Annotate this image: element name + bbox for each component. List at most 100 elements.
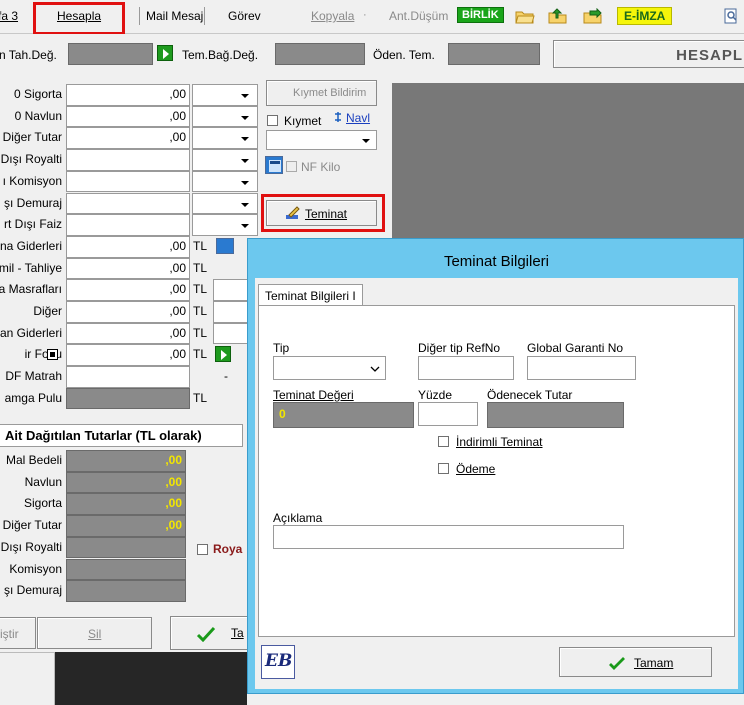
currency-combo[interactable]	[192, 192, 258, 215]
summary-row: n Tah.Değ. Tem.Bağ.Değ. Öden. Tem. HESAP…	[0, 34, 744, 76]
taskbar-area	[55, 652, 247, 705]
currency-combo[interactable]	[192, 170, 258, 193]
nf-kilo-label: NF Kilo	[301, 160, 341, 174]
menu-item-fa3[interactable]: fa 3	[0, 9, 18, 23]
cost-row-label: ı Komisyon	[2, 173, 62, 188]
indirimli-teminat-label: İndirimli Teminat	[456, 435, 543, 449]
hesapla-button[interactable]: Hesapla	[57, 9, 101, 23]
cost-row-label: Diğer	[33, 304, 62, 318]
kiymet-combo[interactable]	[266, 130, 377, 150]
folder-open-icon[interactable]	[515, 8, 535, 24]
currency-combo[interactable]	[192, 105, 258, 128]
cost-row-input[interactable]	[66, 366, 190, 388]
tab-teminat-bilgileri[interactable]: Teminat Bilgileri I	[258, 284, 363, 306]
tah-deg-field	[68, 43, 153, 65]
cost-row-value: ,00	[169, 87, 186, 101]
degistir-label: iştir	[0, 627, 19, 641]
chevron-down-icon	[241, 159, 249, 164]
ant-dusum-button[interactable]: Ant.Düşüm	[389, 9, 448, 23]
folder-forward-icon[interactable]	[583, 7, 603, 24]
navl-link[interactable]: Navl	[346, 111, 370, 125]
currency-combo[interactable]	[192, 127, 258, 150]
sil-button[interactable]: Sil	[37, 617, 152, 649]
cost-row-value: ,00	[169, 130, 186, 145]
distributed-row-label: Sigorta	[23, 496, 62, 511]
distributed-row-field	[66, 580, 186, 602]
nf-kilo-checkbox[interactable]	[286, 161, 297, 172]
degistir-button[interactable]: iştir	[0, 617, 36, 649]
distributed-row-value: ,00	[165, 453, 182, 467]
dialog-body: Teminat Bilgileri I Tip Diğer tip RefNo …	[255, 278, 738, 689]
cost-row-input[interactable]	[66, 170, 190, 193]
odenecek-tutar-label: Ödenecek Tutar	[487, 388, 573, 402]
distributed-row-label: Diğer Tutar	[2, 518, 62, 533]
cost-row-label: rt Dışı Faiz	[3, 217, 62, 232]
tip-label: Tip	[273, 341, 290, 355]
cost-row-label: Dışı Royalti	[0, 152, 62, 167]
cost-row-label: mil - Tahliye	[0, 260, 62, 275]
global-garanti-no-input[interactable]	[527, 356, 636, 380]
sil-label: Sil	[88, 627, 102, 641]
dialog-title: Teminat Bilgileri	[255, 245, 738, 278]
cost-row-input[interactable]	[66, 214, 190, 236]
royalti-checkbox[interactable]	[197, 544, 208, 555]
eimza-badge[interactable]: E-İMZA	[617, 7, 673, 25]
odenecek-tutar-field	[487, 402, 624, 428]
unit-label: TL	[193, 260, 208, 275]
tamam-button-partial[interactable]: Ta	[170, 616, 250, 650]
oden-tem-label: Öden. Tem.	[373, 48, 435, 62]
teminat-button[interactable]: Teminat	[266, 200, 377, 226]
teminat-dialog: Teminat Bilgileri Teminat Bilgileri I Ti…	[247, 238, 744, 694]
eb-logo-icon: EB	[261, 645, 295, 679]
cost-row-value: ,00	[169, 238, 186, 253]
cost-row-input[interactable]	[66, 149, 190, 171]
cost-row-value: ,00	[169, 325, 186, 340]
mail-mesaj-button[interactable]: Mail Mesaj	[146, 9, 203, 23]
kiymet-bildirim-button[interactable]: Kıymet Bildirim	[266, 80, 377, 106]
fon-checkbox[interactable]	[47, 349, 58, 361]
currency-combo[interactable]	[192, 214, 258, 236]
global-garanti-no-label: Global Garanti No	[527, 341, 624, 355]
odeme-checkbox[interactable]	[438, 463, 449, 474]
menu-separator	[139, 7, 140, 25]
aciklama-label: Açıklama	[273, 511, 323, 525]
cost-row-input[interactable]	[66, 192, 190, 215]
calculator-icon[interactable]	[216, 237, 234, 254]
arrow-right-icon[interactable]	[215, 346, 231, 363]
cost-row-label: na Giderleri	[0, 238, 62, 253]
currency-combo[interactable]	[192, 84, 258, 106]
kiymet-checkbox[interactable]	[267, 115, 278, 126]
unit-label: TL	[193, 304, 208, 318]
teminat-degeri-label: Teminat Değeri	[273, 388, 354, 402]
oden-tem-field	[448, 43, 540, 65]
currency-combo[interactable]	[192, 149, 258, 171]
extra-dash: -	[224, 369, 228, 384]
cost-row-label: an Giderleri	[0, 325, 62, 340]
cost-row-value: ,00	[169, 304, 186, 318]
yuzde-input[interactable]	[418, 402, 478, 426]
aciklama-input[interactable]	[273, 525, 624, 549]
dialog-tamam-button[interactable]: Tamam	[559, 647, 712, 677]
gorev-button[interactable]: Görev	[228, 9, 261, 23]
tamam-label-partial: Ta	[231, 626, 244, 640]
cost-row-value: ,00	[169, 260, 186, 275]
document-search-icon[interactable]	[722, 8, 742, 24]
navlun-icon[interactable]	[333, 111, 343, 123]
indirimli-teminat-checkbox[interactable]	[438, 436, 449, 447]
calculator-icon[interactable]	[265, 156, 283, 174]
kopyala-button[interactable]: Kopyala	[311, 9, 354, 23]
distributed-row-field	[66, 536, 186, 559]
menu-bar: fa 3 Hesapla Mail Mesaj Görev Kopyala · …	[0, 0, 744, 35]
arrow-right-icon[interactable]	[157, 45, 173, 61]
menu-separator-dot: ·	[363, 9, 367, 21]
folder-upload-icon[interactable]	[548, 8, 568, 24]
unit-label: TL	[193, 238, 208, 253]
hesapla-big-button[interactable]: HESAPL	[553, 40, 744, 68]
birlik-badge[interactable]: BİRLİK	[457, 7, 504, 23]
distributed-row-label: Komisyon	[9, 561, 62, 576]
tip-select[interactable]	[273, 356, 386, 380]
kiymet-label: Kıymet	[284, 114, 322, 128]
diger-tip-refno-input[interactable]	[418, 356, 514, 380]
unit-label: TL	[193, 390, 208, 405]
chevron-down-icon	[241, 137, 249, 142]
